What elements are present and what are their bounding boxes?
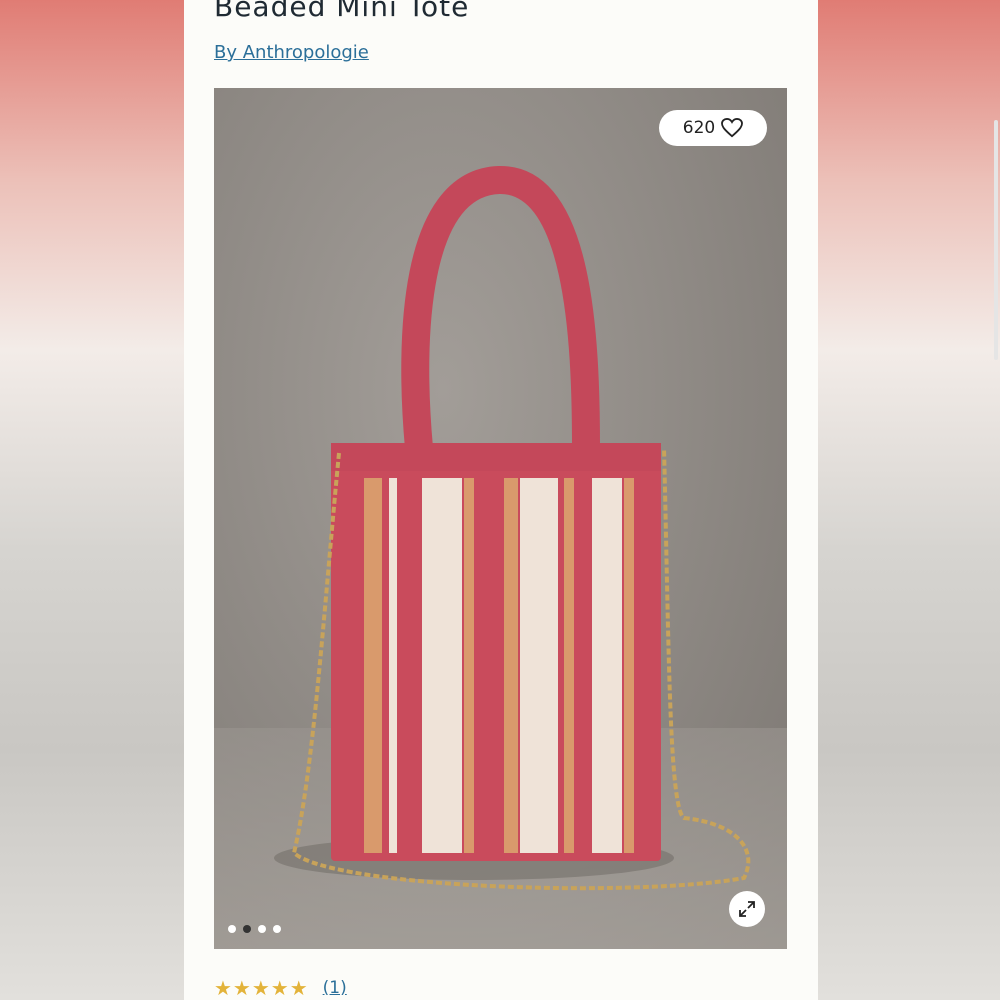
like-button[interactable]: 620 — [659, 110, 767, 146]
product-image-gallery[interactable]: 620 — [214, 88, 787, 949]
expand-image-button[interactable] — [729, 891, 765, 927]
gallery-dot[interactable] — [258, 925, 266, 933]
gallery-dot[interactable] — [273, 925, 281, 933]
expand-icon — [739, 901, 755, 917]
product-photo — [214, 165, 787, 949]
product-card: Beaded Mini Tote By Anthropologie 620 ★★… — [184, 0, 818, 1000]
heart-icon — [721, 118, 744, 138]
gallery-dot-active[interactable] — [243, 925, 251, 933]
gallery-pagination — [228, 925, 281, 933]
like-count: 620 — [682, 118, 716, 138]
brand-link[interactable]: By Anthropologie — [214, 42, 369, 63]
right-backdrop — [818, 0, 1000, 1000]
scrollbar[interactable] — [994, 120, 998, 360]
left-backdrop — [0, 0, 184, 1000]
product-title: Beaded Mini Tote — [214, 0, 470, 23]
star-rating: ★★★★★ — [214, 976, 309, 1000]
gallery-dot[interactable] — [228, 925, 236, 933]
review-count-link[interactable]: (1) — [323, 978, 347, 998]
rating-summary: ★★★★★ (1) — [214, 976, 347, 1000]
